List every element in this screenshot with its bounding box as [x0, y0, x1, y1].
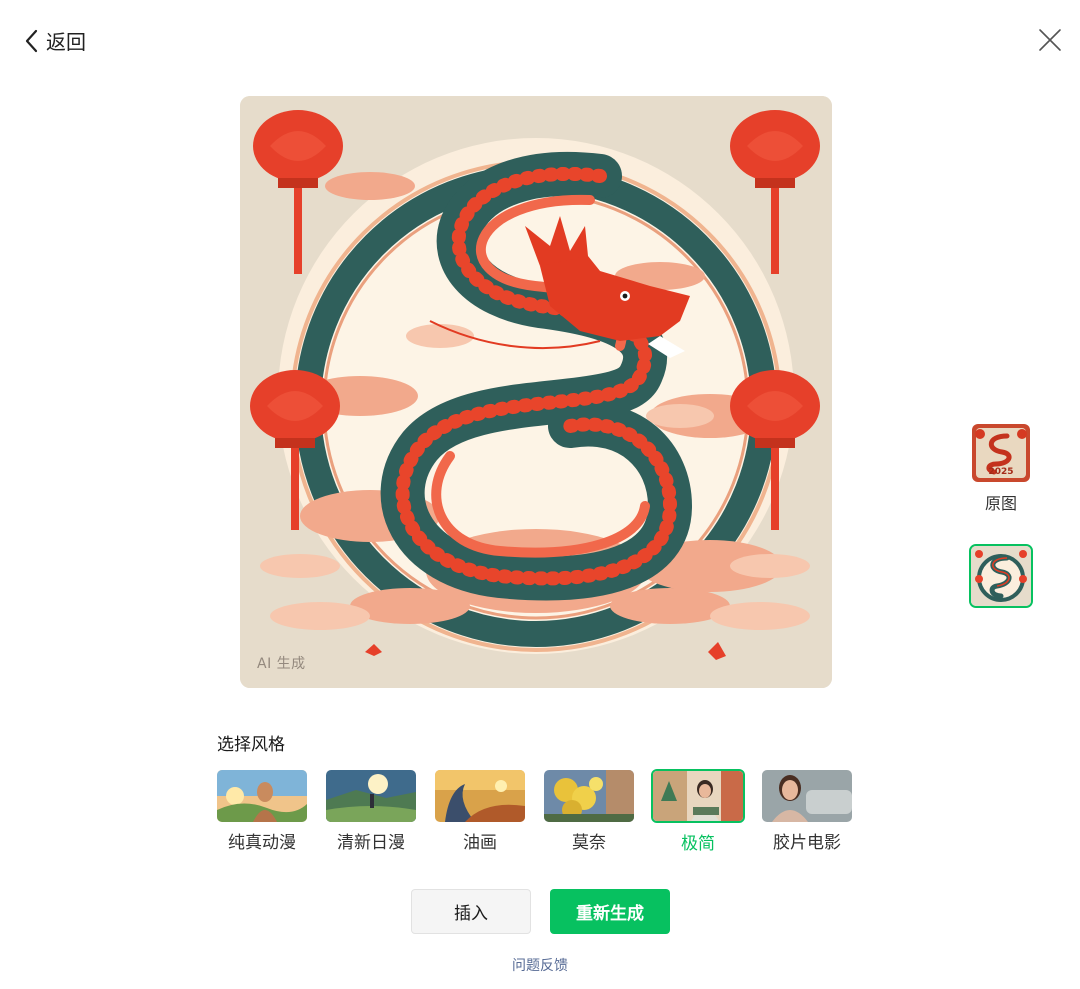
style-thumb [762, 770, 852, 822]
original-thumb[interactable]: 2025 [972, 424, 1030, 482]
generated-thumb[interactable] [969, 544, 1033, 608]
style-thumb [651, 769, 745, 823]
version-panel: 2025 原图 [965, 424, 1037, 608]
style-option-oil-painting[interactable]: 油画 [435, 770, 525, 854]
back-button[interactable]: 返回 [24, 26, 86, 55]
original-thumb-text: 2025 [988, 467, 1013, 477]
ai-generated-tag: AI 生成 [257, 656, 306, 672]
generated-image: AI 生成 [240, 96, 832, 688]
style-thumb [217, 770, 307, 822]
style-label: 油画 [463, 833, 497, 853]
feedback-link[interactable]: 问题反馈 [0, 955, 1080, 975]
close-icon [1039, 29, 1061, 51]
style-label: 莫奈 [572, 833, 606, 853]
style-option-anime[interactable]: 纯真动漫 [217, 770, 307, 854]
insert-button[interactable]: 插入 [411, 889, 531, 934]
style-option-minimal[interactable]: 极简 [651, 769, 745, 854]
style-list: 纯真动漫 清新日漫 油画 莫奈 极简 胶片电影 [217, 769, 852, 854]
style-label: 极简 [681, 834, 715, 854]
style-label: 胶片电影 [773, 833, 841, 853]
style-section-title: 选择风格 [217, 735, 285, 755]
back-label: 返回 [46, 30, 86, 54]
style-option-fresh-japanese[interactable]: 清新日漫 [326, 770, 416, 854]
close-button[interactable] [1038, 28, 1062, 52]
style-thumb [544, 770, 634, 822]
style-label: 纯真动漫 [228, 833, 296, 853]
style-option-film[interactable]: 胶片电影 [762, 770, 852, 854]
chevron-left-icon [24, 29, 40, 53]
style-option-monet[interactable]: 莫奈 [544, 770, 634, 854]
style-thumb [435, 770, 525, 822]
style-label: 清新日漫 [337, 833, 405, 853]
regenerate-button[interactable]: 重新生成 [550, 889, 670, 934]
style-thumb [326, 770, 416, 822]
original-label: 原图 [984, 494, 1017, 513]
